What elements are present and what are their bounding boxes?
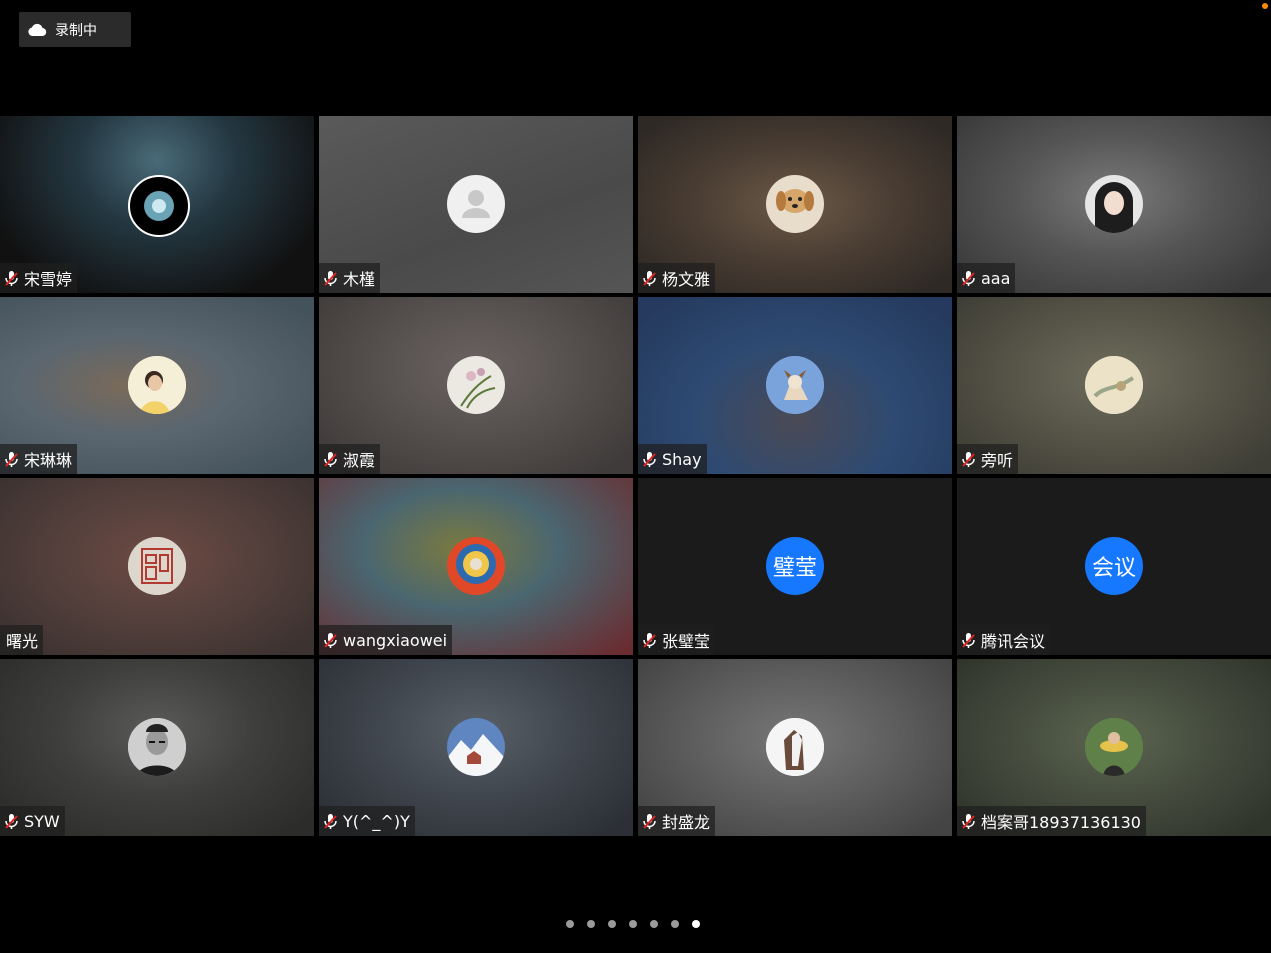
participant-tile[interactable]: 旁听 [957, 297, 1271, 474]
participant-name-tag: SYW [0, 806, 65, 836]
muted-mic-icon [323, 812, 339, 830]
participant-name: 档案哥18937136130 [981, 813, 1141, 832]
woman-photo-avatar [128, 356, 186, 414]
muted-mic-icon [961, 812, 977, 830]
muted-mic-icon [961, 269, 977, 287]
participant-tile[interactable]: 档案哥18937136130 [957, 659, 1271, 836]
participant-tile[interactable]: 宋雪婷 [0, 116, 314, 293]
page-dot[interactable] [650, 920, 658, 928]
man-outdoor-avatar [1085, 718, 1143, 776]
horse-avatar [766, 718, 824, 776]
participant-name: wangxiaowei [343, 630, 448, 650]
page-dot[interactable] [671, 920, 679, 928]
participant-name-tag: wangxiaowei [319, 625, 453, 655]
participant-name: 曙光 [6, 632, 39, 651]
participant-name: 淑霞 [343, 451, 376, 470]
participant-name: 腾讯会议 [981, 632, 1046, 651]
participant-name: 宋琳琳 [24, 451, 73, 470]
participant-tile[interactable]: 会议 腾讯会议 [957, 478, 1271, 655]
participant-name: 张璧莹 [662, 632, 711, 651]
orchid-avatar [447, 356, 505, 414]
recording-status-dot [1262, 3, 1268, 9]
man-glasses-avatar [128, 718, 186, 776]
muted-mic-icon [642, 631, 658, 649]
participant-tile[interactable]: 封盛龙 [638, 659, 952, 836]
muted-mic-icon [4, 450, 20, 468]
page-dot[interactable] [587, 920, 595, 928]
participant-tile[interactable]: SYW [0, 659, 314, 836]
painting-avatar [1085, 356, 1143, 414]
participant-name-tag: 腾讯会议 [957, 625, 1051, 655]
participant-name: 木槿 [343, 270, 376, 289]
default-person-avatar [447, 175, 505, 233]
participant-name-tag: 宋雪婷 [0, 263, 78, 293]
participant-name-tag: Y(^_^)Y [319, 806, 415, 836]
muted-mic-icon [961, 450, 977, 468]
participant-name-tag: 档案哥18937136130 [957, 806, 1146, 836]
cloud-icon [27, 22, 49, 38]
dog-sky-avatar [766, 356, 824, 414]
participant-name-tag: Shay [638, 444, 707, 474]
page-dot[interactable] [629, 920, 637, 928]
participant-name-tag: 旁听 [957, 444, 1019, 474]
recording-label: 录制中 [55, 22, 97, 39]
girl-portrait-avatar [1085, 175, 1143, 233]
muted-mic-icon [642, 812, 658, 830]
participant-tile[interactable]: 宋琳琳 [0, 297, 314, 474]
participant-name: SYW [24, 811, 60, 831]
page-dot[interactable] [608, 920, 616, 928]
participant-tile[interactable]: aaa [957, 116, 1271, 293]
participant-tile[interactable]: 杨文雅 [638, 116, 952, 293]
muted-mic-icon [323, 269, 339, 287]
text-avatar: 会议 [1085, 537, 1143, 595]
participant-name-tag: 宋琳琳 [0, 444, 78, 474]
participant-name: Shay [662, 449, 702, 469]
page-dot-active[interactable] [692, 920, 700, 928]
participant-tile[interactable]: 木槿 [319, 116, 633, 293]
snow-landscape-avatar [447, 718, 505, 776]
participant-name-tag: 杨文雅 [638, 263, 716, 293]
participant-tile[interactable]: Shay [638, 297, 952, 474]
muted-mic-icon [323, 450, 339, 468]
seal-stamp-avatar [128, 537, 186, 595]
dark-orb-avatar [128, 175, 190, 237]
participant-name-tag: 张璧莹 [638, 625, 716, 655]
text-avatar: 璧莹 [766, 537, 824, 595]
muted-mic-icon [642, 269, 658, 287]
participant-tile[interactable]: 淑霞 [319, 297, 633, 474]
recording-indicator[interactable]: 录制中 [19, 12, 131, 47]
participant-name-tag: 木槿 [319, 263, 381, 293]
muted-mic-icon [642, 450, 658, 468]
muted-mic-icon [4, 812, 20, 830]
participant-tile[interactable]: wangxiaowei [319, 478, 633, 655]
participant-name: Y(^_^)Y [343, 811, 410, 831]
participant-name-tag: 曙光 [0, 625, 44, 655]
colorful-emblem-avatar [447, 537, 505, 595]
participant-name: aaa [981, 268, 1011, 288]
video-grid: 宋雪婷 木槿 杨文雅 aaa 宋琳琳 淑霞 Shay 旁听 曙光 wangxia… [0, 116, 1271, 837]
participant-name: 宋雪婷 [24, 270, 73, 289]
participant-name-tag: 封盛龙 [638, 806, 716, 836]
participant-name-tag: 淑霞 [319, 444, 381, 474]
muted-mic-icon [961, 631, 977, 649]
muted-mic-icon [4, 269, 20, 287]
participant-tile[interactable]: Y(^_^)Y [319, 659, 633, 836]
puppy-avatar [766, 175, 824, 233]
participant-name: 旁听 [981, 451, 1014, 470]
participant-tile[interactable]: 曙光 [0, 478, 314, 655]
participant-name: 杨文雅 [662, 270, 711, 289]
participant-name-tag: aaa [957, 263, 1016, 293]
participant-tile[interactable]: 璧莹 张璧莹 [638, 478, 952, 655]
page-indicator [566, 920, 700, 928]
page-dot[interactable] [566, 920, 574, 928]
muted-mic-icon [323, 631, 339, 649]
participant-name: 封盛龙 [662, 813, 711, 832]
